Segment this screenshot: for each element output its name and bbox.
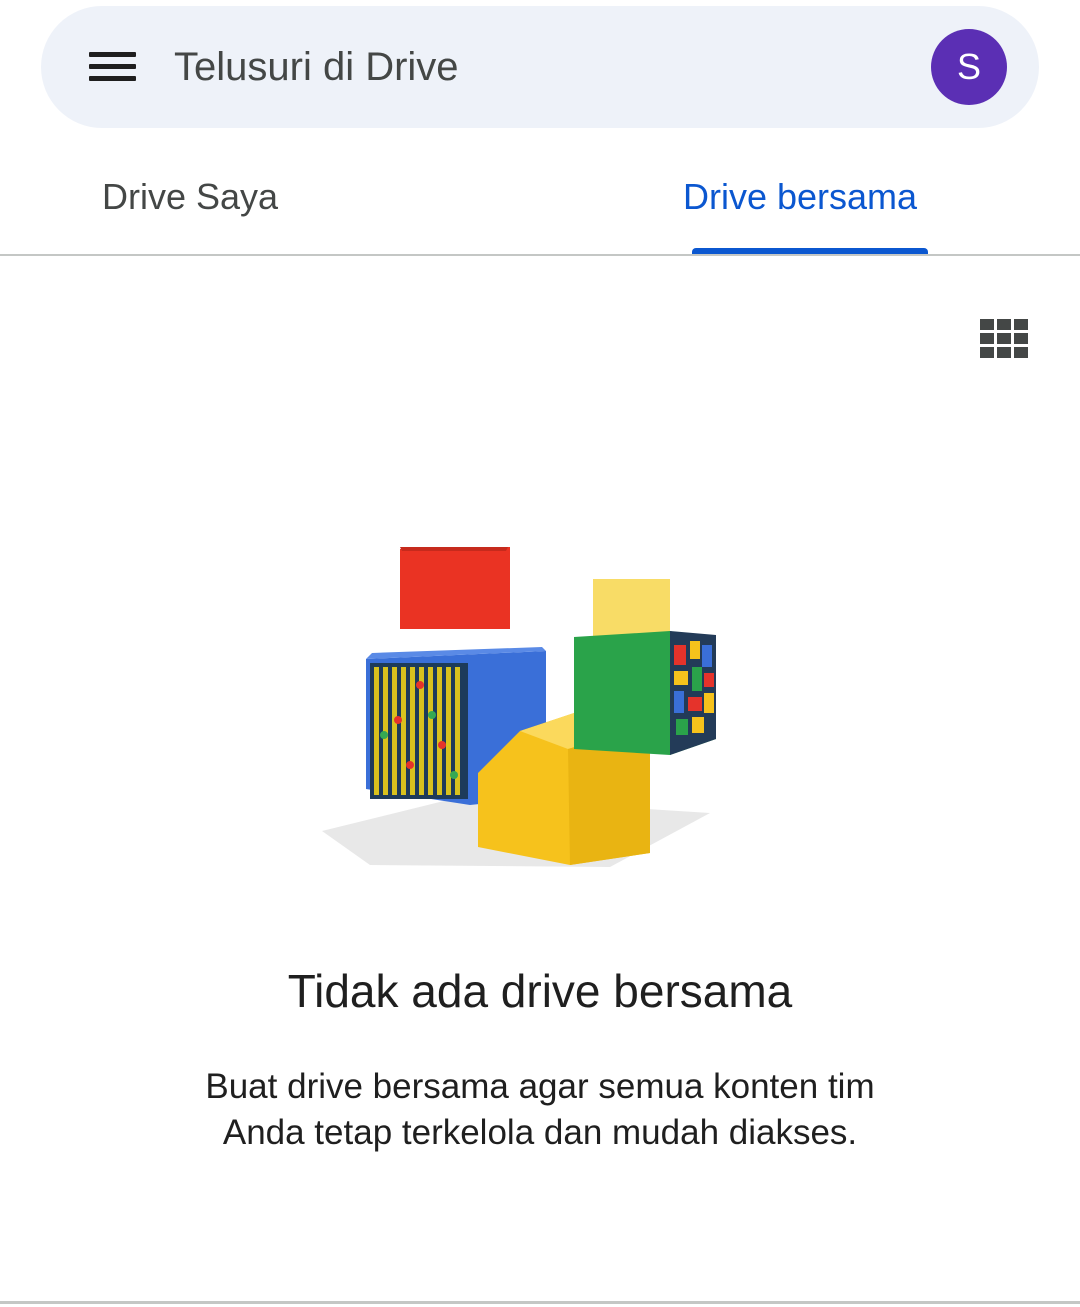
tab-drive-bersama[interactable]: Drive bersama <box>540 140 1080 255</box>
tab-drive-saya[interactable]: Drive Saya <box>0 140 540 254</box>
empty-state-description: Buat drive bersama agar semua konten tim… <box>205 1067 875 1152</box>
tab-label: Drive bersama <box>682 176 918 217</box>
bottom-divider <box>0 1301 1080 1304</box>
tab-bar: Drive Saya Drive bersama <box>0 140 1080 256</box>
tab-label: Drive Saya <box>101 176 279 217</box>
tabs-divider <box>0 254 1080 256</box>
grid-view-icon[interactable] <box>978 316 1030 360</box>
search-input[interactable]: Telusuri di Drive <box>174 42 459 92</box>
search-bar[interactable]: Telusuri di Drive S <box>41 6 1039 128</box>
empty-state-illustration <box>310 535 730 875</box>
empty-state-title: Tidak ada drive bersama <box>287 965 793 1017</box>
menu-icon[interactable] <box>81 42 145 92</box>
avatar[interactable]: S <box>931 29 1007 105</box>
